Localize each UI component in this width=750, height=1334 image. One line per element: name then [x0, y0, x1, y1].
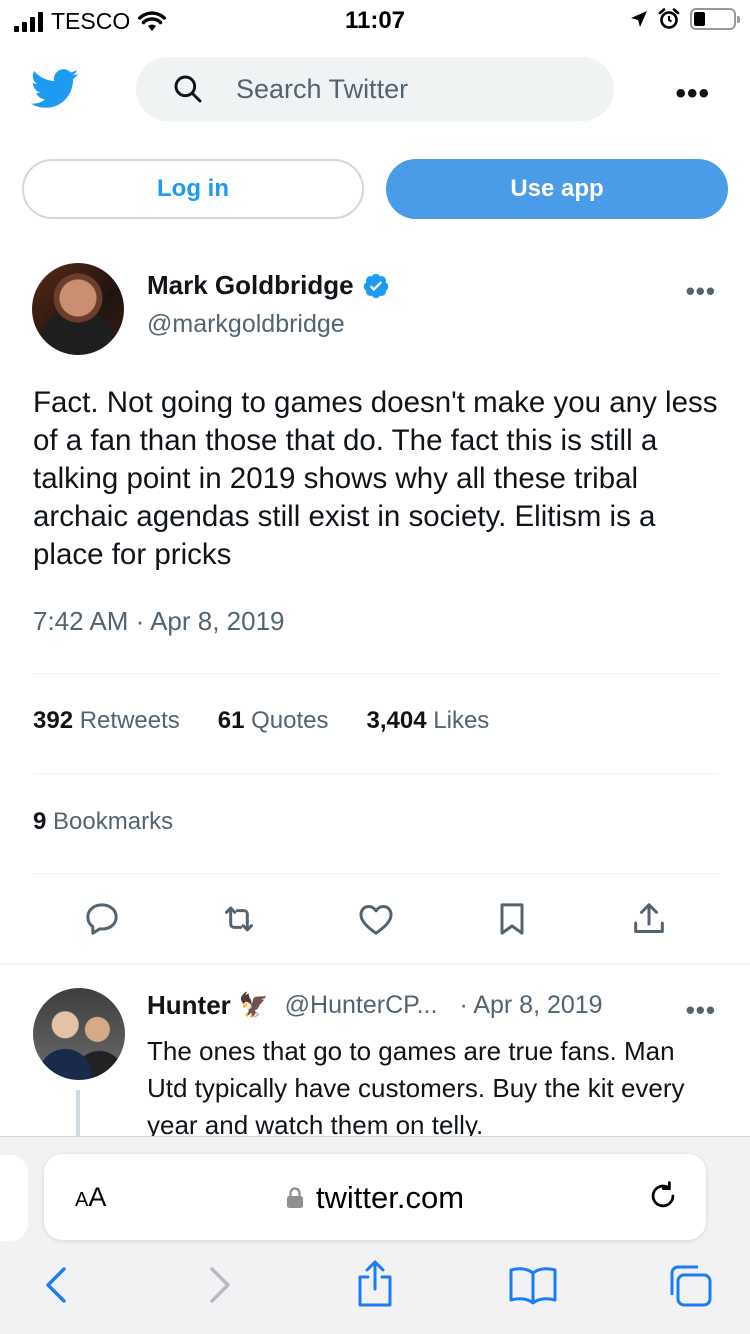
tweet-stats: 392 Retweets 61 Quotes 3,404 Likes — [33, 707, 489, 735]
retweets-stat[interactable]: 392 Retweets — [33, 707, 180, 735]
quotes-count: 61 — [217, 707, 245, 734]
bookmarks-label: Bookmarks — [53, 808, 174, 835]
author-handle[interactable]: @markgoldbridge — [147, 310, 345, 339]
tweet-timestamp[interactable]: 7:42 AM · Apr 8, 2019 — [33, 606, 285, 637]
bookmarks-stat: 9 Bookmarks — [33, 808, 173, 836]
divider — [33, 673, 718, 674]
login-button[interactable]: Log in — [22, 159, 364, 219]
back-icon[interactable] — [42, 1265, 72, 1305]
tweet-text: Fact. Not going to games doesn't make yo… — [33, 386, 718, 571]
divider — [33, 773, 718, 774]
author-name[interactable]: Mark Goldbridge — [147, 270, 354, 301]
battery-icon — [690, 8, 740, 30]
search-icon — [174, 75, 202, 103]
author-avatar[interactable] — [32, 263, 124, 355]
quotes-label: Quotes — [251, 707, 329, 734]
likes-label: Likes — [433, 707, 490, 734]
share-icon[interactable] — [627, 897, 671, 941]
likes-stat[interactable]: 3,404 Likes — [367, 707, 490, 735]
reply-author-handle[interactable]: @HunterCP... — [285, 991, 438, 1020]
previous-tab-preview[interactable] — [0, 1155, 28, 1241]
twitter-bird-icon[interactable] — [31, 69, 79, 109]
reply-more-icon[interactable]: ••• — [686, 995, 716, 1026]
alarm-icon — [658, 8, 680, 29]
reply-header: Hunter 🦅 @HunterCP... · Apr 8, 2019 — [147, 990, 603, 1021]
status-bar: TESCO 11:07 — [0, 0, 750, 40]
more-menu-icon[interactable]: ••• — [675, 77, 710, 111]
bookmarks-icon[interactable] — [508, 1265, 558, 1305]
bookmarks-count: 9 — [33, 808, 47, 835]
safari-bottom-bar: AA twitter.com — [0, 1136, 750, 1334]
retweets-label: Retweets — [79, 707, 180, 734]
reply-author-avatar[interactable] — [33, 988, 125, 1080]
divider — [33, 873, 718, 874]
lock-icon — [286, 1187, 303, 1208]
location-arrow-icon — [631, 11, 647, 27]
url-text: twitter.com — [315, 1180, 465, 1215]
twitter-header: Search Twitter ••• — [0, 55, 750, 125]
tweet-actions — [33, 897, 718, 941]
safari-toolbar — [0, 1260, 750, 1325]
tweet-more-icon[interactable]: ••• — [686, 276, 716, 307]
eagle-emoji-icon: 🦅 — [238, 992, 269, 1019]
quotes-stat[interactable]: 61 Quotes — [218, 707, 329, 735]
reply-text: The ones that go to games are true fans.… — [147, 1036, 685, 1140]
retweet-icon[interactable] — [217, 897, 261, 941]
thread-line — [76, 1090, 80, 1140]
bookmark-icon[interactable] — [490, 897, 534, 941]
reply-date[interactable]: · Apr 8, 2019 — [459, 991, 602, 1020]
status-right — [630, 8, 740, 30]
address-bar[interactable]: AA twitter.com — [44, 1154, 706, 1240]
tabs-icon[interactable] — [666, 1263, 714, 1309]
url-display[interactable]: twitter.com — [44, 1180, 706, 1216]
author-name-row: Mark Goldbridge — [147, 270, 390, 301]
reload-icon[interactable] — [646, 1179, 680, 1213]
forward-icon[interactable] — [204, 1265, 234, 1305]
like-icon[interactable] — [354, 897, 398, 941]
search-input[interactable]: Search Twitter — [136, 57, 614, 121]
retweets-count: 392 — [33, 707, 74, 734]
verified-badge-icon — [363, 273, 388, 298]
search-placeholder: Search Twitter — [236, 73, 409, 104]
use-app-button[interactable]: Use app — [386, 159, 728, 219]
share-icon[interactable] — [355, 1259, 395, 1309]
reply-author-name[interactable]: Hunter — [147, 990, 231, 1021]
likes-count: 3,404 — [366, 707, 427, 734]
reply-icon[interactable] — [80, 897, 124, 941]
section-divider — [0, 963, 750, 965]
